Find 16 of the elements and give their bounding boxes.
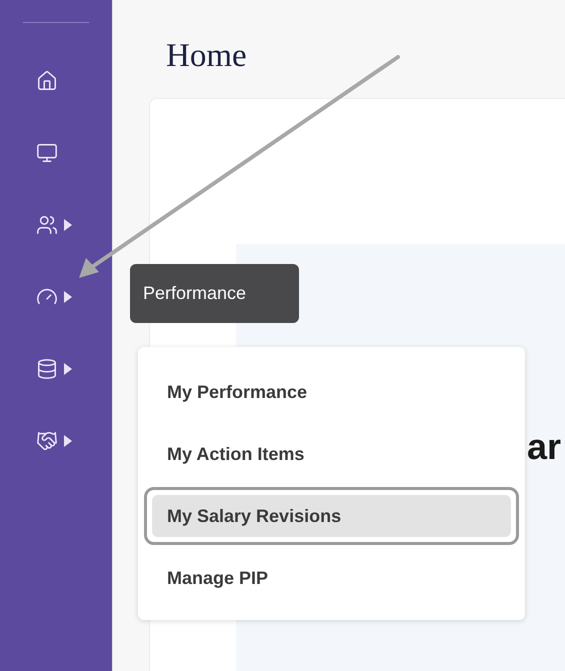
caret-icon: [64, 363, 72, 375]
page-title: Home: [166, 37, 248, 76]
monitor-icon: [36, 142, 58, 164]
database-icon: [36, 358, 58, 380]
caret-icon: [64, 435, 72, 447]
menu-item[interactable]: Manage PIP: [152, 557, 511, 599]
tooltip: Performance: [130, 264, 299, 323]
menu-item[interactable]: My Salary Revisions: [152, 495, 511, 537]
menu-item[interactable]: My Performance: [152, 371, 511, 413]
home-icon: [36, 70, 58, 92]
menu-item[interactable]: My Action Items: [152, 433, 511, 475]
caret-icon: [64, 219, 72, 231]
handshake-icon: [36, 430, 58, 452]
users-icon: [36, 214, 58, 236]
caret-icon: [64, 291, 72, 303]
panel-heading: ar: [527, 426, 562, 467]
